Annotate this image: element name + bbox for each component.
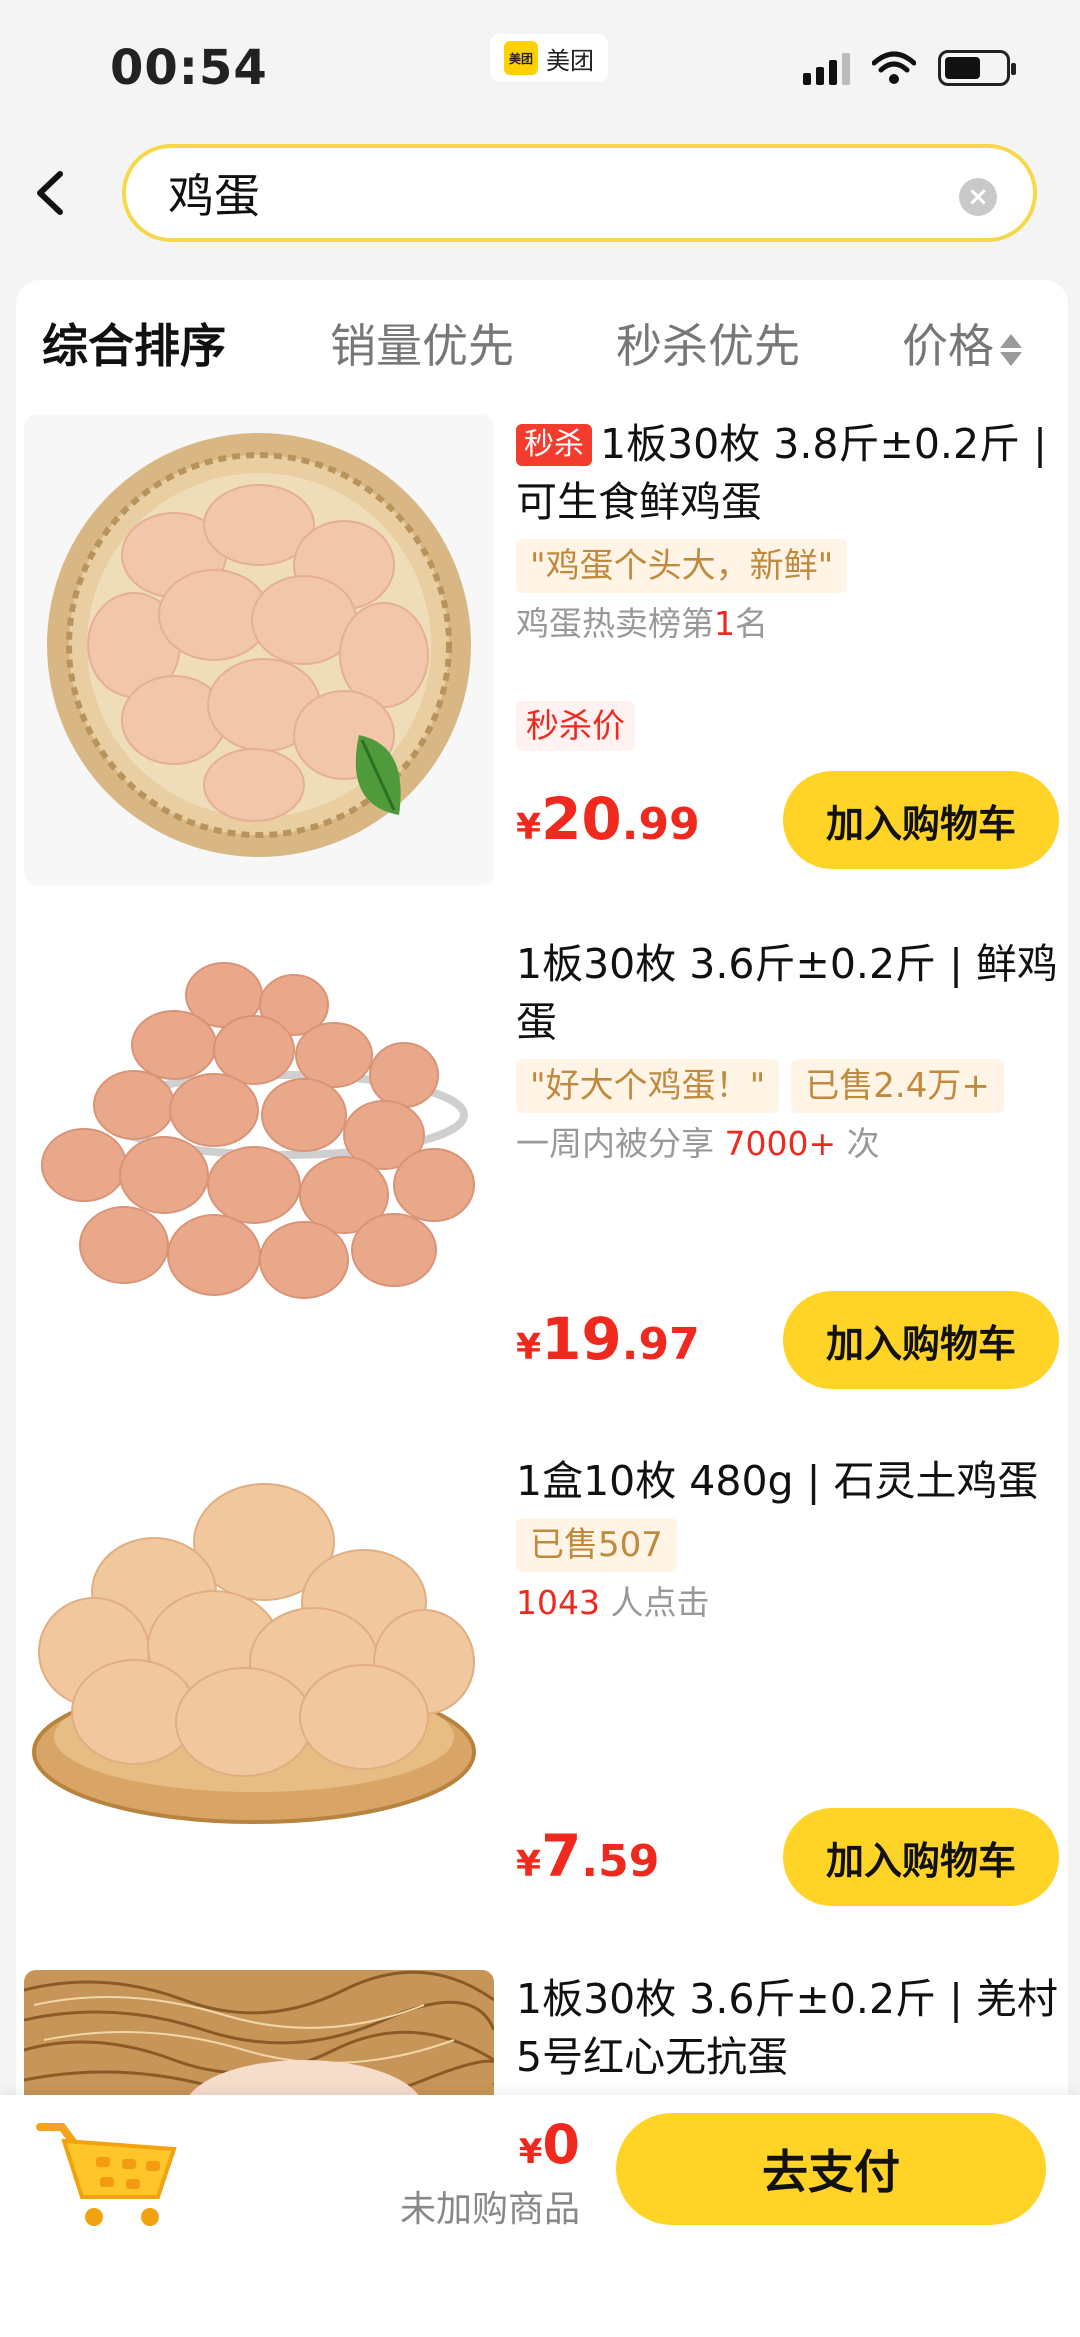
search-input[interactable] xyxy=(168,166,928,220)
tag-row: 已售507 xyxy=(516,1518,1061,1572)
product-title[interactable]: 1板30枚 3.6斤±0.2斤 | 鲜鸡蛋 xyxy=(516,935,1061,1051)
product-info: 1板30枚 3.6斤±0.2斤 | 羌村5号红心无抗蛋 xyxy=(516,1970,1061,2100)
price-currency: ¥ xyxy=(516,1327,542,1368)
checkout-button[interactable]: 去支付 xyxy=(616,2113,1046,2225)
sold-count-tag: 已售2.4万+ xyxy=(791,1059,1004,1113)
price-integer: 7 xyxy=(541,1822,582,1890)
wifi-icon xyxy=(872,51,916,84)
tab-comprehensive[interactable]: 综合排序 xyxy=(42,310,226,376)
meituan-logo-icon: 美团 xyxy=(504,41,538,75)
product-title-text: 1板30枚 3.8斤±0.2斤 | 可生食鲜鸡蛋 xyxy=(516,420,1047,526)
status-icons xyxy=(803,50,1016,86)
rank-prefix: 鸡蛋热卖榜第 xyxy=(516,604,714,643)
total-currency: ¥ xyxy=(518,2132,543,2172)
product-price: ¥20.99 xyxy=(516,785,700,853)
review-tag: "鸡蛋个头大，新鲜" xyxy=(516,539,848,593)
add-to-cart-button[interactable]: 加入购物车 xyxy=(783,1808,1059,1906)
price-currency: ¥ xyxy=(516,807,542,848)
price-integer: 19 xyxy=(541,1305,622,1373)
product-price: ¥19.97 xyxy=(516,1305,700,1373)
price-decimal: .59 xyxy=(581,1836,660,1887)
review-tag: "好大个鸡蛋！" xyxy=(516,1059,780,1113)
product-title[interactable]: 秒杀 1板30枚 3.8斤±0.2斤 | 可生食鲜鸡蛋 xyxy=(516,415,1061,531)
cart-empty-note: 未加购商品 xyxy=(399,2189,580,2230)
product-info: 1板30枚 3.6斤±0.2斤 | 鲜鸡蛋 "好大个鸡蛋！" 已售2.4万+ 一… xyxy=(516,935,1061,1405)
flash-price-label: 秒杀价 xyxy=(516,701,635,751)
price-decimal: .97 xyxy=(621,1319,700,1370)
share-count-text: 一周内被分享 7000+ 次 xyxy=(516,1119,1061,1169)
product-info: 1盒10枚 480g | 石灵土鸡蛋 已售507 1043 人点击 ¥7.59 … xyxy=(516,1452,1061,1922)
sort-arrows-icon xyxy=(1000,330,1022,370)
sold-count-tag: 已售507 xyxy=(516,1518,677,1572)
click-count: 1043 xyxy=(516,1583,600,1622)
app-indicator[interactable]: 美团 美团 xyxy=(490,34,608,82)
share-prefix: 一周内被分享 xyxy=(516,1124,725,1163)
tab-flash-sale[interactable]: 秒杀优先 xyxy=(616,310,800,376)
chevron-left-icon xyxy=(37,171,63,215)
cart-total: ¥0 未加购商品 xyxy=(400,2113,580,2232)
share-suffix: 次 xyxy=(836,1124,880,1163)
product-info: 秒杀 1板30枚 3.8斤±0.2斤 | 可生食鲜鸡蛋 "鸡蛋个头大，新鲜" 鸡蛋… xyxy=(516,415,1061,885)
flash-sale-badge: 秒杀 xyxy=(516,424,592,466)
product-image[interactable] xyxy=(24,415,494,885)
rank-text: 鸡蛋热卖榜第1名 xyxy=(516,599,1061,649)
search-box[interactable]: × xyxy=(122,144,1037,242)
click-count-text: 1043 人点击 xyxy=(516,1578,1061,1628)
product-image[interactable] xyxy=(24,1970,494,2100)
tab-price[interactable]: 价格 xyxy=(902,310,1022,376)
tab-price-label: 价格 xyxy=(902,319,994,373)
cart-total-price: ¥0 xyxy=(400,2113,580,2176)
search-row: × xyxy=(0,140,1080,250)
add-to-cart-button[interactable]: 加入购物车 xyxy=(783,1291,1059,1389)
tag-row: "鸡蛋个头大，新鲜" xyxy=(516,539,1061,593)
product-list-panel: 综合排序 销量优先 秒杀优先 价格 秒杀 1板30枚 3.8斤±0.2斤 | 可… xyxy=(16,280,1068,2100)
share-count: 7000+ xyxy=(724,1124,837,1163)
rank-number: 1 xyxy=(714,604,735,643)
clear-icon[interactable]: × xyxy=(959,178,997,216)
cellular-signal-icon xyxy=(803,51,850,85)
price-decimal: .99 xyxy=(621,799,700,850)
battery-icon xyxy=(938,50,1016,86)
product-title[interactable]: 1板30枚 3.6斤±0.2斤 | 羌村5号红心无抗蛋 xyxy=(516,1970,1061,2086)
shopping-cart-icon[interactable] xyxy=(34,2113,184,2233)
cart-bar: ¥0 未加购商品 去支付 xyxy=(0,2095,1080,2337)
product-price: ¥7.59 xyxy=(516,1822,659,1890)
price-currency: ¥ xyxy=(516,1844,542,1885)
app-label: 美团 xyxy=(546,46,594,75)
status-time: 00:54 xyxy=(110,40,268,96)
product-title[interactable]: 1盒10枚 480g | 石灵土鸡蛋 xyxy=(516,1452,1061,1510)
tab-sales[interactable]: 销量优先 xyxy=(330,310,514,376)
total-value: 0 xyxy=(542,2113,580,2176)
status-bar: 00:54 美团 美团 xyxy=(0,0,1080,140)
product-image[interactable] xyxy=(24,935,494,1405)
sort-tabs: 综合排序 销量优先 秒杀优先 价格 xyxy=(16,280,1068,400)
tag-row: "好大个鸡蛋！" 已售2.4万+ xyxy=(516,1059,1061,1113)
back-button[interactable] xyxy=(30,168,80,218)
click-suffix: 人点击 xyxy=(599,1583,710,1622)
rank-suffix: 名 xyxy=(735,604,768,643)
price-integer: 20 xyxy=(541,785,622,853)
add-to-cart-button[interactable]: 加入购物车 xyxy=(783,771,1059,869)
product-image[interactable] xyxy=(24,1452,494,1922)
